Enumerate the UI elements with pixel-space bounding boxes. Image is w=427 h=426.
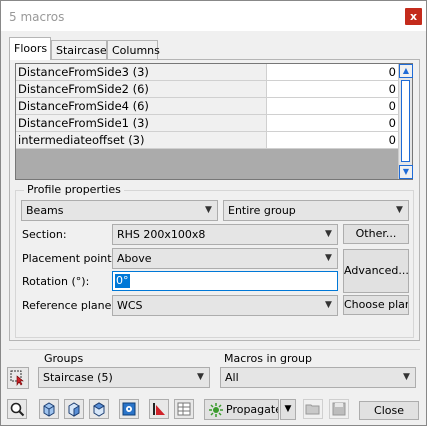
tab-staircase[interactable]: Staircase xyxy=(51,40,107,59)
parameter-value[interactable]: 0 xyxy=(267,115,399,131)
object-properties-button[interactable] xyxy=(119,399,139,419)
chevron-down-icon: ▼ xyxy=(325,253,332,263)
groups-label: Groups xyxy=(44,352,84,365)
view-top-button[interactable] xyxy=(89,399,109,419)
placement-point-select[interactable]: Above ▼ xyxy=(112,248,338,269)
parameter-value[interactable]: 0 xyxy=(267,81,399,97)
rotation-value: 0° xyxy=(115,274,130,288)
macros-in-group-value: All xyxy=(225,371,239,384)
macros-in-group-label: Macros in group xyxy=(224,352,312,365)
table-row[interactable]: DistanceFromSide3 (3) 0 xyxy=(16,64,399,81)
placement-point-value: Above xyxy=(117,252,152,265)
tab-columns-label: Columns xyxy=(112,44,160,57)
rotation-label: Rotation (°): xyxy=(22,275,90,288)
scope-select[interactable]: Entire group ▼ xyxy=(223,200,409,221)
parameter-name: intermediateoffset (3) xyxy=(16,132,267,148)
parameter-name: DistanceFromSide3 (3) xyxy=(16,64,267,80)
propagate-dropdown-button[interactable]: ▼ xyxy=(280,399,296,420)
zoom-selected-button[interactable] xyxy=(7,399,27,419)
cube-view-icon xyxy=(68,402,80,417)
parameters-grid: DistanceFromSide3 (3) 0 DistanceFromSide… xyxy=(15,63,413,180)
close-window-button[interactable]: x xyxy=(405,8,422,25)
table-row[interactable]: DistanceFromSide4 (6) 0 xyxy=(16,98,399,115)
choose-plane-button[interactable]: Choose plane xyxy=(343,295,409,315)
chevron-down-icon: ▼ xyxy=(197,372,204,382)
reference-plane-select[interactable]: WCS ▼ xyxy=(112,295,338,316)
title-bar: 5 macros x xyxy=(1,1,426,31)
cube-view-icon xyxy=(43,402,55,417)
placement-point-label: Placement point: xyxy=(22,252,116,265)
chevron-down-icon: ▼ xyxy=(396,205,403,215)
tab-staircase-label: Staircase xyxy=(56,44,107,57)
table-row[interactable]: DistanceFromSide2 (6) 0 xyxy=(16,81,399,98)
parameter-name: DistanceFromSide1 (3) xyxy=(16,115,267,131)
scope-value: Entire group xyxy=(228,204,296,217)
propagate-icon xyxy=(208,402,224,419)
grid-scrollbar[interactable]: ▲ ▼ xyxy=(398,64,413,179)
select-objects-button[interactable] xyxy=(7,367,29,389)
folder-open-icon xyxy=(305,404,320,415)
select-cursor-icon xyxy=(10,370,24,386)
profile-type-select[interactable]: Beams ▼ xyxy=(21,200,218,221)
divider xyxy=(9,349,420,350)
open-button[interactable] xyxy=(303,399,323,419)
profile-properties-label: Profile properties xyxy=(24,183,124,196)
gear-box-icon xyxy=(122,402,136,416)
section-value: RHS 200x100x8 xyxy=(117,228,206,241)
macro-dialog: 5 macros x Floors Staircase Columns Dist… xyxy=(0,0,427,426)
groups-select[interactable]: Staircase (5) ▼ xyxy=(38,367,210,388)
tab-columns[interactable]: Columns xyxy=(107,40,160,59)
save-button[interactable] xyxy=(329,399,349,419)
magnifier-icon xyxy=(10,402,25,417)
parameter-name: DistanceFromSide2 (6) xyxy=(16,81,267,97)
scroll-down-icon[interactable]: ▼ xyxy=(399,165,413,179)
table-row[interactable]: DistanceFromSide1 (3) 0 xyxy=(16,115,399,132)
reference-plane-value: WCS xyxy=(117,299,143,312)
tab-floors-label: Floors xyxy=(14,42,48,55)
table-view-button[interactable] xyxy=(174,399,194,419)
chevron-down-icon: ▼ xyxy=(325,300,332,310)
parameter-value[interactable]: 0 xyxy=(267,132,399,148)
propagate-label: Propagate xyxy=(226,403,279,416)
floors-tab-panel: DistanceFromSide3 (3) 0 DistanceFromSide… xyxy=(9,59,420,341)
parameter-name: DistanceFromSide4 (6) xyxy=(16,98,267,114)
section-select[interactable]: RHS 200x100x8 ▼ xyxy=(112,224,338,245)
red-flag-icon xyxy=(153,403,165,415)
profile-properties-group: Profile properties Beams ▼ Entire group … xyxy=(15,183,414,338)
groups-value: Staircase (5) xyxy=(43,371,113,384)
chevron-down-icon: ▼ xyxy=(325,229,332,239)
advanced-button[interactable]: Advanced... xyxy=(343,249,409,293)
chevron-down-icon: ▼ xyxy=(403,372,410,382)
chevron-down-icon: ▼ xyxy=(205,205,212,215)
other-button[interactable]: Other... xyxy=(343,224,409,244)
close-button[interactable]: Close xyxy=(359,401,419,420)
reference-plane-label: Reference plane xyxy=(22,299,112,312)
view-side-button[interactable] xyxy=(64,399,84,419)
scroll-up-icon[interactable]: ▲ xyxy=(399,64,413,78)
macros-in-group-select[interactable]: All ▼ xyxy=(220,367,416,388)
propagate-button[interactable]: Propagate xyxy=(204,399,279,420)
save-disk-icon xyxy=(332,402,346,416)
window-title: 5 macros xyxy=(9,10,65,24)
table-icon xyxy=(177,402,191,416)
view-front-button[interactable] xyxy=(39,399,59,419)
tab-floors[interactable]: Floors xyxy=(9,37,51,60)
rotation-input[interactable]: 0° xyxy=(112,271,338,291)
parameter-value[interactable]: 0 xyxy=(267,98,399,114)
scrollbar-thumb[interactable] xyxy=(401,80,410,162)
link-button[interactable] xyxy=(149,399,169,419)
section-label: Section: xyxy=(22,228,67,241)
chevron-down-icon: ▼ xyxy=(284,404,292,414)
profile-type-value: Beams xyxy=(26,204,64,217)
table-row[interactable]: intermediateoffset (3) 0 xyxy=(16,132,399,149)
cube-view-icon xyxy=(93,402,105,417)
close-icon: x xyxy=(409,10,418,23)
parameter-value[interactable]: 0 xyxy=(267,64,399,80)
